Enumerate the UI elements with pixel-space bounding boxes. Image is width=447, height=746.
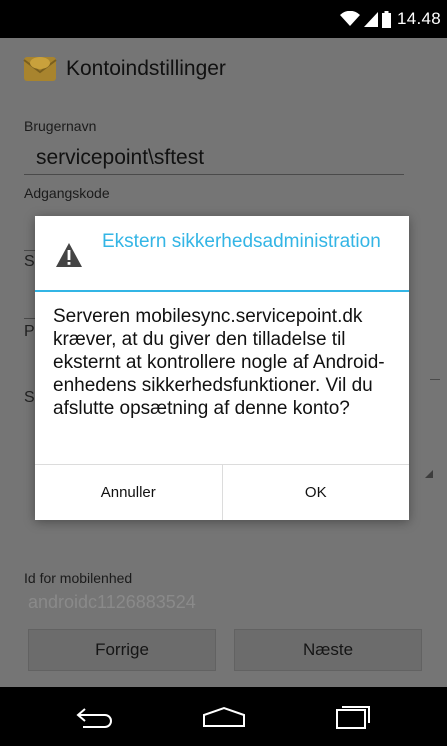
wifi-icon <box>339 11 360 26</box>
next-button[interactable]: Næste <box>234 629 422 671</box>
page-title: Kontoindstillinger <box>66 57 226 80</box>
bottom-button-bar: Forrige Næste <box>0 618 447 678</box>
signal-icon <box>363 12 378 27</box>
previous-button[interactable]: Forrige <box>28 629 216 671</box>
dialog-header: Ekstern sikkerhedsadministration <box>35 216 409 292</box>
username-field[interactable]: servicepoint\sftest <box>36 146 204 170</box>
warning-icon <box>56 243 82 267</box>
recent-apps-icon <box>335 705 370 729</box>
port-label-partial: P <box>24 323 35 340</box>
status-icons <box>339 10 391 28</box>
back-button[interactable] <box>65 697 125 737</box>
device-id-value: androidc1126883524 <box>28 592 196 612</box>
status-bar: 14.48 <box>0 0 447 38</box>
username-label: Brugernavn <box>24 118 97 134</box>
dialog-message: Serveren mobilesync.servicepoint.dk kræv… <box>53 306 385 419</box>
dialog-title: Ekstern sikkerhedsadministration <box>102 231 381 252</box>
email-app-icon[interactable] <box>22 51 58 87</box>
navigation-bar <box>0 687 447 746</box>
spinner-arrow-icon <box>425 470 433 478</box>
server-label-partial: S <box>24 253 35 270</box>
battery-icon <box>381 10 391 28</box>
dialog-button-bar: Annuller OK <box>35 464 409 520</box>
recent-apps-button[interactable] <box>323 697 383 737</box>
security-admin-dialog: Ekstern sikkerhedsadministration Servere… <box>35 216 409 520</box>
port-underline <box>430 379 440 380</box>
password-label: Adgangskode <box>24 185 110 201</box>
device-id-label: Id for mobilenhed <box>24 570 133 586</box>
ok-button[interactable]: OK <box>221 465 410 520</box>
home-button[interactable] <box>194 697 254 737</box>
clock: 14.48 <box>396 9 441 28</box>
dialog-title-divider <box>35 290 409 292</box>
cancel-button[interactable]: Annuller <box>35 465 222 520</box>
username-underline <box>24 174 404 175</box>
home-icon <box>202 706 245 727</box>
security-label-partial: S <box>24 389 35 406</box>
action-bar: Kontoindstillinger <box>0 38 447 100</box>
back-icon <box>75 707 112 728</box>
